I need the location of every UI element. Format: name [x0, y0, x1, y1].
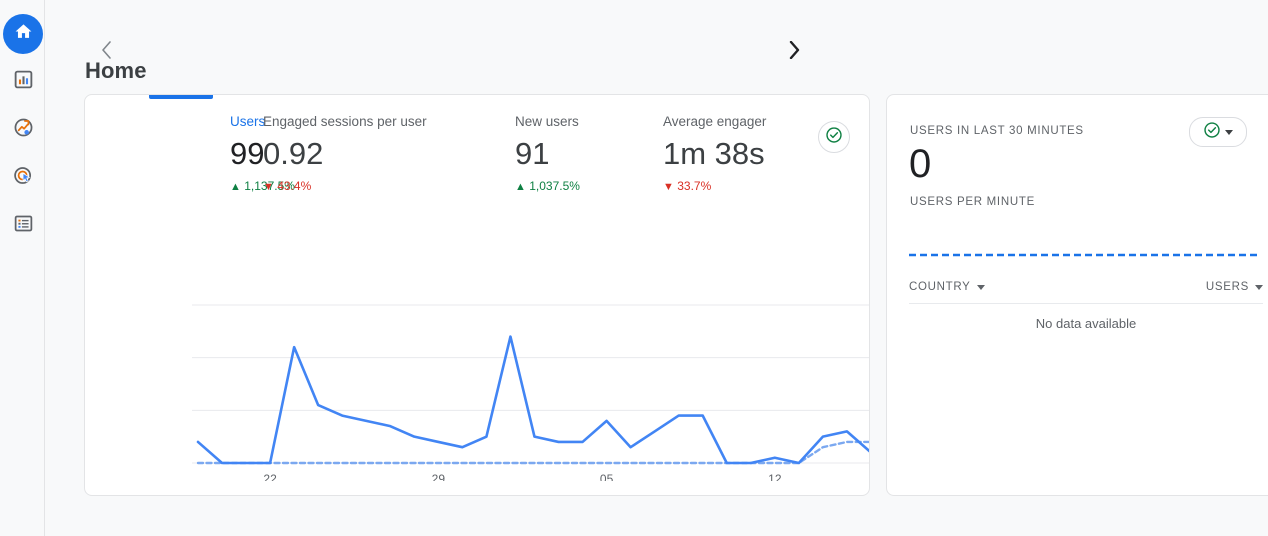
left-nav-rail — [0, 0, 45, 536]
arrow-up-icon: ▲ — [515, 181, 526, 193]
empty-state-message: No data available — [909, 304, 1263, 331]
realtime-card: USERS IN LAST 30 MINUTES 0 USERS PER MIN… — [886, 94, 1268, 496]
column-header-users[interactable]: USERS — [1206, 281, 1263, 293]
sidebar-item-home[interactable] — [3, 14, 43, 54]
metric-label: New users — [515, 113, 650, 131]
next-metrics-button[interactable] — [782, 36, 806, 64]
sidebar-item-reports[interactable] — [3, 62, 43, 102]
check-circle-icon — [825, 126, 843, 149]
column-header-country[interactable]: COUNTRY — [909, 281, 985, 293]
sidebar-item-admin[interactable] — [3, 206, 43, 246]
realtime-quality-badge[interactable] — [1189, 117, 1247, 147]
users-per-minute-sparkline — [909, 225, 1261, 261]
column-label: COUNTRY — [909, 281, 971, 293]
chevron-right-icon — [789, 41, 800, 59]
metric-value: 1m 38s — [663, 133, 785, 175]
table-header-row: COUNTRY USERS — [909, 281, 1263, 304]
realtime-user-count: 0 — [909, 137, 931, 191]
trend-line-svg: 010203022Jan2905Feb12 — [85, 291, 870, 481]
chevron-down-icon — [977, 285, 985, 290]
metric-delta: ▼ 43.4% — [263, 178, 508, 195]
realtime-country-table: COUNTRY USERS No data available — [909, 281, 1263, 331]
realtime-subtitle: USERS PER MINUTE — [910, 196, 1035, 208]
column-label: USERS — [1206, 281, 1249, 293]
metric-label: Engaged sessions per user — [263, 113, 508, 131]
metric-delta: ▼ 33.7% — [663, 178, 785, 195]
chevron-down-icon — [1255, 285, 1263, 290]
metric-average-engagement-time[interactable]: Average engager 1m 38s ▼ 33.7% — [663, 113, 785, 195]
arrow-down-icon: ▼ — [263, 181, 274, 193]
previous-metrics-button[interactable] — [94, 36, 118, 64]
chevron-down-icon — [1225, 130, 1233, 135]
home-icon — [14, 22, 33, 46]
metric-value: 0.92 — [263, 133, 508, 175]
target-cursor-icon — [13, 165, 34, 191]
bar-chart-icon — [13, 69, 34, 95]
metric-strip: Users 99 ▲ 1,137.5% Engaged sessions per… — [85, 113, 870, 217]
realtime-title: USERS IN LAST 30 MINUTES — [910, 125, 1084, 137]
x-axis-tick-label: 05 — [600, 472, 614, 481]
metric-value: 91 — [515, 133, 650, 175]
sidebar-item-explore[interactable] — [3, 110, 43, 150]
metric-new-users[interactable]: New users 91 ▲ 1,037.5% — [515, 113, 650, 195]
selected-metric-indicator — [149, 95, 213, 99]
x-axis-tick-label: 29 — [432, 472, 446, 481]
arrow-up-icon: ▲ — [230, 181, 241, 193]
metric-delta: ▲ 1,037.5% — [515, 178, 650, 195]
x-axis-tick-label: 22 — [263, 472, 277, 481]
check-circle-icon — [1203, 121, 1221, 144]
overview-card: Users 99 ▲ 1,137.5% Engaged sessions per… — [84, 94, 870, 496]
chart-series-current — [198, 337, 870, 463]
sparkline-svg — [909, 225, 1261, 261]
users-trend-chart: 010203022Jan2905Feb12 — [85, 291, 870, 481]
analytics-home-page: Home Users 99 ▲ 1,137.5% Engaged session… — [0, 0, 1268, 536]
chevron-left-icon — [101, 41, 112, 59]
x-axis-tick-label: 12 — [768, 472, 782, 481]
arrow-down-icon: ▼ — [663, 181, 674, 193]
metric-label: Average engager — [663, 113, 785, 131]
metric-engaged-sessions-per-user[interactable]: Engaged sessions per user 0.92 ▼ 43.4% — [263, 113, 508, 195]
trending-up-icon — [13, 117, 34, 143]
data-quality-badge[interactable] — [818, 121, 850, 153]
sidebar-item-advertising[interactable] — [3, 158, 43, 198]
list-icon — [13, 213, 34, 239]
